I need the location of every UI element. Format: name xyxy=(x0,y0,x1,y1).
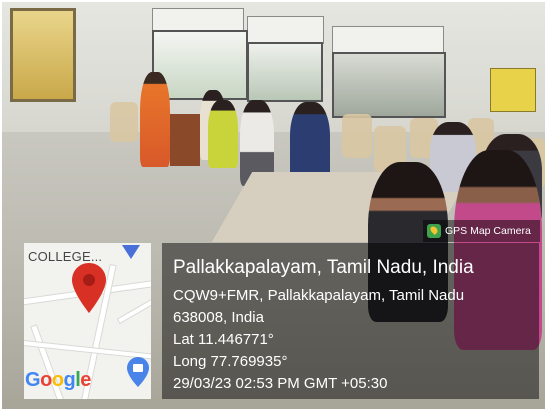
location-map[interactable]: COLLEGE... Google xyxy=(24,243,151,399)
chair xyxy=(342,114,372,158)
map-place-label: COLLEGE... xyxy=(28,249,103,264)
brand-label: GPS Map Camera xyxy=(445,225,531,237)
address-line-1: CQW9+FMR, Pallakkapalayam, Tamil Nadu xyxy=(173,287,465,304)
navigation-arrow-icon xyxy=(122,245,140,259)
latitude-text: Lat 11.446771° xyxy=(173,331,274,348)
google-logo: Google xyxy=(25,369,91,391)
chair xyxy=(110,102,138,142)
longitude-text: Long 77.769935° xyxy=(173,353,288,370)
notice-board xyxy=(490,68,536,112)
window-curtain xyxy=(10,8,76,102)
gps-map-camera-badge: GPS Map Camera xyxy=(423,220,540,242)
window xyxy=(247,42,323,102)
wall-panel xyxy=(332,26,444,54)
speaker-person xyxy=(140,72,170,167)
seated-person xyxy=(208,100,238,168)
wall-panel xyxy=(247,16,324,44)
address-line-2: 638008, India xyxy=(173,309,264,326)
gps-info-panel: Pallakkapalayam, Tamil Nadu, India CQW9+… xyxy=(162,243,539,399)
location-title: Pallakkapalayam, Tamil Nadu, India xyxy=(173,257,474,278)
location-pin-icon xyxy=(72,263,106,313)
window xyxy=(332,52,446,118)
place-marker-icon xyxy=(127,357,149,387)
timestamp-text: 29/03/23 02:53 PM GMT +05:30 xyxy=(173,375,388,392)
podium xyxy=(170,114,200,166)
gps-map-camera-icon xyxy=(427,224,441,238)
map-road xyxy=(116,287,151,325)
